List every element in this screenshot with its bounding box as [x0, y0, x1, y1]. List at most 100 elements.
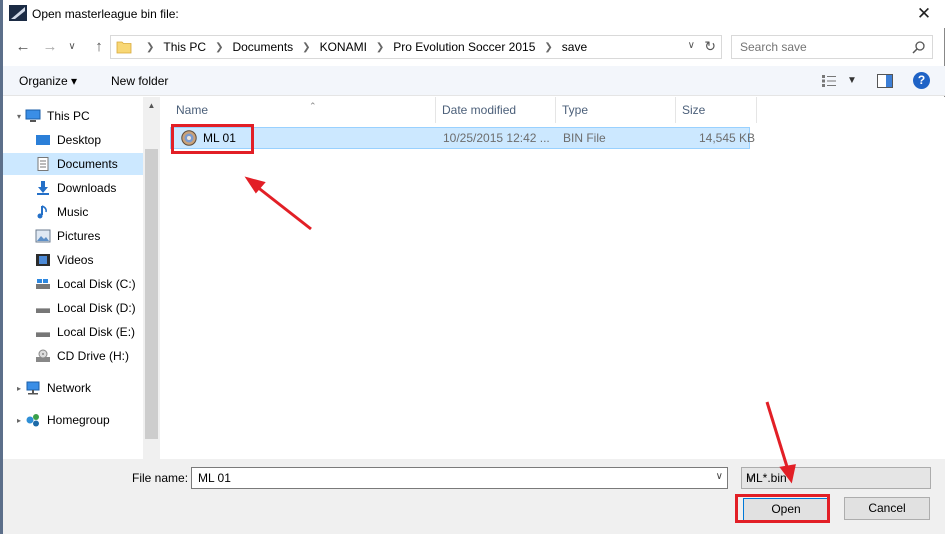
title-bar: Open masterleague bin file: ✕ — [3, 0, 945, 28]
pictures-icon — [35, 229, 51, 243]
address-box[interactable]: ❯ This PC ❯ Documents ❯ KONAMI ❯ Pro Evo… — [110, 35, 722, 59]
sidebar-item-label: Network — [47, 381, 92, 395]
chevron-down-icon[interactable]: ∨ — [746, 471, 926, 485]
navigation-pane: ▾ This PC Desktop Documents Downloads Mu… — [3, 97, 160, 459]
up-arrow-icon[interactable]: ↑ — [89, 36, 109, 58]
breadcrumb-save[interactable]: save — [560, 40, 589, 54]
expand-chevron-icon[interactable]: ▾ — [13, 112, 25, 121]
back-arrow-icon[interactable]: ← — [13, 36, 33, 58]
column-label: Size — [682, 103, 706, 117]
cd-icon — [36, 349, 50, 362]
breadcrumb: ❯ This PC ❯ Documents ❯ KONAMI ❯ Pro Evo… — [139, 40, 589, 54]
disk-icon — [36, 332, 50, 337]
sort-ascending-icon: ⌃ — [309, 101, 317, 111]
view-details-icon[interactable] — [821, 74, 837, 88]
file-highlight-annotation — [171, 124, 254, 154]
homegroup-icon — [26, 414, 39, 427]
chevron-right-icon[interactable]: ❯ — [139, 42, 161, 53]
sidebar-item-downloads[interactable]: Downloads — [3, 177, 143, 199]
open-highlight-annotation — [735, 494, 830, 523]
chevron-right-icon[interactable]: ❯ — [295, 42, 317, 53]
close-button[interactable]: ✕ — [903, 0, 945, 28]
chevron-right-icon[interactable]: ❯ — [537, 42, 559, 53]
file-date: 10/25/2015 12:42 ... — [443, 131, 550, 145]
new-folder-button[interactable]: New folder — [111, 74, 168, 88]
breadcrumb-konami[interactable]: KONAMI — [318, 40, 369, 54]
refresh-icon[interactable]: ↻ — [704, 38, 716, 55]
sidebar-item-desktop[interactable]: Desktop — [3, 129, 143, 151]
table-row[interactable]: ML 01 10/25/2015 12:42 ... BIN File 14,5… — [170, 127, 755, 149]
sidebar-item-music[interactable]: Music — [3, 201, 143, 223]
disk-icon — [36, 308, 50, 313]
file-name-label: File name: — [132, 471, 189, 485]
sidebar-item-cd-drive-h[interactable]: CD Drive (H:) — [3, 345, 143, 367]
sidebar-item-label: Documents — [57, 157, 118, 171]
sidebar-item-videos[interactable]: Videos — [3, 249, 143, 271]
dialog-title: Open masterleague bin file: — [32, 7, 179, 21]
open-file-dialog: Open masterleague bin file: ✕ ← → ∨ ↑ ❯ … — [3, 0, 945, 534]
help-icon[interactable]: ? — [913, 72, 930, 89]
sidebar-item-label: Local Disk (E:) — [57, 325, 136, 339]
column-header-type[interactable]: Type — [556, 97, 676, 123]
file-name-combobox[interactable]: ∨ — [191, 467, 728, 489]
search-box[interactable] — [731, 35, 933, 59]
cancel-button[interactable]: Cancel — [844, 497, 930, 520]
column-label: Date modified — [442, 103, 517, 117]
sidebar-item-this-pc[interactable]: ▾ This PC — [3, 105, 143, 127]
column-header-name[interactable]: ⌃ Name — [170, 97, 436, 123]
preview-pane-icon[interactable] — [877, 74, 893, 88]
expand-chevron-icon[interactable]: ▸ — [13, 416, 25, 425]
sidebar-item-label: Homegroup — [47, 413, 110, 427]
sidebar-item-network[interactable]: ▸ Network — [3, 377, 143, 399]
videos-icon — [36, 254, 50, 266]
network-icon — [26, 381, 40, 395]
sidebar-item-pictures[interactable]: Pictures — [3, 225, 143, 247]
chevron-down-icon[interactable]: ∨ — [716, 471, 723, 482]
sidebar-item-local-disk-d[interactable]: Local Disk (D:) — [3, 297, 143, 319]
search-icon[interactable] — [912, 40, 926, 54]
sidebar-item-label: Music — [57, 205, 89, 219]
breadcrumb-this-pc[interactable]: This PC — [161, 40, 208, 54]
search-input[interactable] — [738, 37, 908, 57]
sidebar-item-local-disk-c[interactable]: Local Disk (C:) — [3, 273, 143, 295]
scroll-up-icon[interactable]: ▲ — [143, 97, 160, 114]
address-dropdown-chevron-icon[interactable]: ∨ — [688, 40, 695, 51]
view-dropdown-chevron-icon[interactable]: ▼ — [847, 75, 857, 86]
folder-icon — [116, 41, 132, 54]
documents-icon — [37, 157, 49, 171]
column-header-date-modified[interactable]: Date modified — [436, 97, 556, 123]
sidebar-item-label: CD Drive (H:) — [57, 349, 129, 363]
recent-locations-chevron-icon[interactable]: ∨ — [62, 36, 82, 58]
forward-arrow-icon[interactable]: → — [40, 36, 60, 58]
file-size: 14,545 KB — [699, 131, 756, 145]
file-type-select[interactable]: ML*.bin ∨ — [741, 467, 931, 489]
organize-button[interactable]: Organize ▾ — [19, 74, 77, 88]
sidebar-item-label: Downloads — [57, 181, 117, 195]
disk-icon — [36, 279, 50, 289]
chevron-right-icon[interactable]: ❯ — [369, 42, 391, 53]
column-label: Type — [562, 103, 589, 117]
breadcrumb-documents[interactable]: Documents — [230, 40, 295, 54]
desktop-icon — [36, 135, 50, 145]
sidebar-item-label: This PC — [47, 109, 90, 123]
sidebar-item-homegroup[interactable]: ▸ Homegroup — [3, 409, 143, 431]
sidebar-item-label: Videos — [57, 253, 94, 267]
sidebar-item-documents[interactable]: Documents — [3, 153, 143, 175]
scrollbar-thumb[interactable] — [145, 149, 158, 439]
sidebar-scrollbar[interactable]: ▲ — [143, 97, 160, 459]
address-bar: ← → ∨ ↑ ❯ This PC ❯ Documents ❯ KONAMI ❯… — [3, 32, 945, 62]
breadcrumb-pes2015[interactable]: Pro Evolution Soccer 2015 — [391, 40, 537, 54]
app-icon — [9, 5, 27, 21]
sidebar-item-label: Desktop — [57, 133, 102, 147]
sidebar-item-local-disk-e[interactable]: Local Disk (E:) — [3, 321, 143, 343]
expand-chevron-icon[interactable]: ▸ — [13, 384, 25, 393]
sidebar-item-label: Local Disk (D:) — [57, 301, 136, 315]
column-header-size[interactable]: Size — [676, 97, 757, 123]
music-icon — [37, 205, 47, 219]
file-list: ⌃ Name Date modified Type Size ML 01 10/… — [160, 97, 945, 459]
command-bar: Organize ▾ New folder ▼ ? — [3, 66, 945, 96]
column-label: Name — [176, 103, 209, 117]
chevron-right-icon[interactable]: ❯ — [208, 42, 230, 53]
pc-icon — [25, 109, 41, 122]
file-name-field[interactable] — [196, 469, 696, 487]
